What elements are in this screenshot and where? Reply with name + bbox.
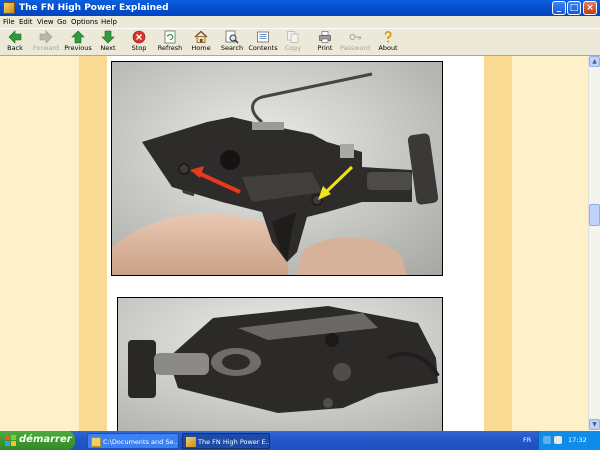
- home-label: Home: [191, 44, 211, 52]
- left-margin-strip: [79, 56, 107, 431]
- stop-label: Stop: [131, 44, 147, 52]
- app-icon[interactable]: [3, 2, 15, 14]
- application-window: The FN High Power Explained _ □ × File E…: [0, 0, 600, 431]
- copy-button[interactable]: Copy: [280, 30, 306, 55]
- search-button[interactable]: Search: [219, 30, 245, 55]
- previous-label: Previous: [64, 44, 92, 52]
- refresh-label: Refresh: [157, 44, 183, 52]
- forward-button[interactable]: Forward: [30, 30, 62, 55]
- volume-icon[interactable]: [554, 436, 562, 444]
- window-title: The FN High Power Explained: [19, 3, 169, 13]
- toolbar: Back Forward Previous Next Stop Refresh …: [0, 28, 600, 56]
- arrow-left-icon: [8, 30, 22, 44]
- windows-flag-icon: [5, 435, 16, 446]
- maximize-button[interactable]: □: [567, 1, 581, 15]
- scroll-up-icon[interactable]: ▲: [589, 56, 600, 67]
- arrow-down-icon: [101, 30, 115, 44]
- start-label: démarrer: [19, 434, 72, 445]
- next-button[interactable]: Next: [95, 30, 121, 55]
- menu-options[interactable]: Options: [71, 16, 98, 28]
- scroll-down-icon[interactable]: ▼: [589, 419, 600, 430]
- system-tray: 17:32: [538, 431, 600, 450]
- printer-icon: [319, 31, 331, 43]
- search-icon: [225, 30, 239, 44]
- question-icon: [384, 31, 392, 43]
- key-icon: [349, 33, 362, 41]
- contents-label: Contents: [248, 44, 278, 52]
- refresh-button[interactable]: Refresh: [155, 30, 185, 55]
- copy-icon: [287, 31, 299, 43]
- arrow-right-icon: [39, 30, 53, 44]
- contents-button[interactable]: Contents: [248, 30, 278, 55]
- right-margin-strip: [484, 56, 512, 431]
- refresh-icon: [164, 30, 176, 44]
- vertical-scrollbar[interactable]: ▲ ▼: [588, 56, 600, 431]
- content-area: [0, 56, 588, 431]
- search-label: Search: [220, 44, 244, 52]
- next-label: Next: [100, 44, 116, 52]
- arrow-up-icon: [71, 30, 85, 44]
- password-label: Password: [339, 44, 371, 52]
- print-button[interactable]: Print: [312, 30, 338, 55]
- taskbar-item-label: C:\Documents and Se...: [103, 438, 179, 446]
- taskbar: démarrer C:\Documents and Se... The FN H…: [0, 431, 600, 450]
- folder-icon: [91, 437, 101, 447]
- start-button[interactable]: démarrer: [0, 431, 75, 450]
- previous-button[interactable]: Previous: [62, 30, 94, 55]
- taskbar-item-fn-high-power[interactable]: The FN High Power E...: [182, 433, 270, 449]
- about-button[interactable]: About: [375, 30, 401, 55]
- hammer-assembly-photo: [117, 297, 443, 431]
- password-button[interactable]: Password: [338, 30, 372, 55]
- help-book-icon: [186, 437, 196, 447]
- copy-label: Copy: [284, 44, 302, 52]
- language-indicator[interactable]: FR: [523, 435, 531, 446]
- home-icon: [194, 30, 208, 43]
- taskbar-item-label: The FN High Power E...: [198, 438, 270, 446]
- clock[interactable]: 17:32: [568, 435, 587, 446]
- book-icon: [257, 31, 269, 43]
- forward-label: Forward: [32, 44, 60, 52]
- home-button[interactable]: Home: [188, 30, 214, 55]
- menu-file[interactable]: File: [3, 16, 15, 28]
- menu-help[interactable]: Help: [101, 16, 117, 28]
- back-button[interactable]: Back: [1, 30, 29, 55]
- print-label: Print: [317, 44, 333, 52]
- taskbar-item-documents[interactable]: C:\Documents and Se...: [87, 433, 179, 449]
- menu-view[interactable]: View: [37, 16, 54, 28]
- about-label: About: [378, 44, 398, 52]
- stop-icon: [132, 30, 146, 44]
- minimize-button[interactable]: _: [552, 1, 566, 15]
- menu-go[interactable]: Go: [57, 16, 67, 28]
- menu-edit[interactable]: Edit: [19, 16, 33, 28]
- scroll-thumb[interactable]: [589, 204, 600, 226]
- trigger-mechanism-photo: [111, 61, 443, 276]
- stop-button[interactable]: Stop: [125, 30, 153, 55]
- back-label: Back: [7, 44, 23, 52]
- close-button[interactable]: ×: [583, 1, 597, 15]
- network-icon[interactable]: [543, 436, 551, 444]
- title-bar[interactable]: The FN High Power Explained _ □ ×: [0, 0, 600, 16]
- menu-bar: File Edit View Go Options Help: [0, 16, 600, 28]
- document-page: [107, 56, 484, 431]
